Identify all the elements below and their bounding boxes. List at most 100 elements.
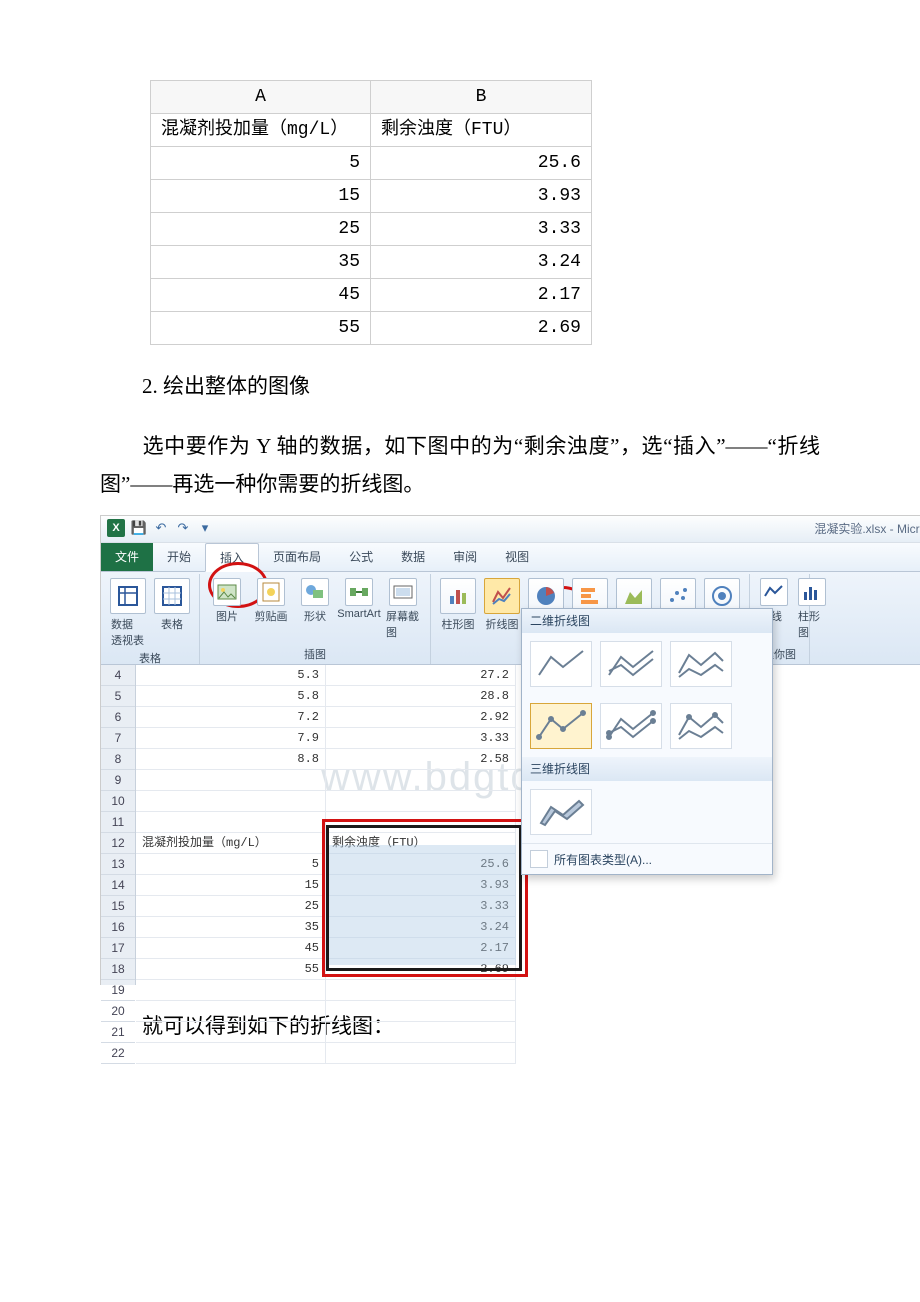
grid-cell[interactable]: 35 — [136, 917, 326, 938]
screenshot-button[interactable]: 屏幕截图 — [386, 578, 420, 640]
grid-cell[interactable]: 3.93 — [326, 875, 516, 896]
grid-cell[interactable] — [136, 1022, 326, 1043]
grid-cell[interactable] — [326, 791, 516, 812]
gallery-header-2d: 二维折线图 — [522, 609, 772, 633]
table-cell: 3.93 — [371, 180, 591, 212]
table-cell: 35 — [151, 246, 371, 278]
grid-cell[interactable]: 5.3 — [136, 665, 326, 686]
grid-cell[interactable]: 7.2 — [136, 707, 326, 728]
line-chart-button[interactable]: 折线图 — [485, 578, 519, 632]
grid-cell[interactable]: 25.6 — [326, 854, 516, 875]
pivot-table-button[interactable]: 数据 透视表 — [111, 578, 145, 648]
grid-cell[interactable] — [326, 812, 516, 833]
line-chart-option[interactable] — [600, 703, 662, 749]
column-chart-button[interactable]: 柱形图 — [441, 578, 475, 632]
grid-cell[interactable]: 2.92 — [326, 707, 516, 728]
table-cell: 2.69 — [371, 312, 591, 344]
excel-titlebar: X 💾 ↶ ↷ ▾ 混凝实验.xlsx - Microsoft Ex — [101, 516, 920, 543]
table-button[interactable]: 表格 — [155, 578, 189, 632]
ribbon-group-illustrations: 图片 剪贴画 形状 SmartArt 屏幕截图 插图 — [200, 574, 431, 664]
grid-cell[interactable]: 15 — [136, 875, 326, 896]
col-header-a: 混凝剂投加量（mg/L） — [151, 114, 371, 146]
save-icon[interactable]: 💾 — [131, 520, 147, 536]
tab-review[interactable]: 审阅 — [439, 543, 491, 571]
grid-cell[interactable]: 剩余浊度（FTU） — [326, 833, 516, 854]
line-chart-option-markers[interactable] — [530, 703, 592, 749]
grid-cell[interactable]: 55 — [136, 959, 326, 980]
grid-cell[interactable] — [136, 812, 326, 833]
grid-cell[interactable] — [136, 980, 326, 1001]
quick-access-toolbar: X 💾 ↶ ↷ ▾ — [107, 519, 213, 537]
grid-cell[interactable]: 8.8 — [136, 749, 326, 770]
sparkline-column-button[interactable]: 柱形图 — [798, 578, 826, 640]
line-chart-option[interactable] — [600, 641, 662, 687]
grid-cell[interactable]: 27.2 — [326, 665, 516, 686]
grid-cell[interactable]: 5 — [136, 854, 326, 875]
chart-types-icon — [530, 850, 548, 868]
table-cell: 5 — [151, 147, 371, 179]
spreadsheet-grid[interactable]: www.bdgtd.com 45678910111213141516171819… — [101, 665, 920, 985]
col-letter-a: A — [151, 81, 371, 113]
grid-cell[interactable]: 2.17 — [326, 938, 516, 959]
grid-cell[interactable] — [326, 980, 516, 1001]
grid-cell[interactable] — [136, 791, 326, 812]
table-cell: 15 — [151, 180, 371, 212]
paragraph-instruction: 选中要作为 Y 轴的数据，如下图中的为“剩余浊度”，选“插入”——“折线图”——… — [100, 427, 820, 503]
grid-cell[interactable]: 7.9 — [136, 728, 326, 749]
grid-cell[interactable]: 3.33 — [326, 896, 516, 917]
grid-cell[interactable]: 25 — [136, 896, 326, 917]
grid-cell[interactable] — [326, 1001, 516, 1022]
all-chart-types-link[interactable]: 所有图表类型(A)... — [522, 843, 772, 874]
undo-icon[interactable]: ↶ — [153, 520, 169, 536]
line-chart-3d-option[interactable] — [530, 789, 592, 835]
tab-file[interactable]: 文件 — [101, 543, 153, 571]
grid-cell[interactable]: 45 — [136, 938, 326, 959]
ribbon-tabs: 文件 开始 插入 页面布局 公式 数据 审阅 视图 — [101, 543, 920, 572]
tab-home[interactable]: 开始 — [153, 543, 205, 571]
grid-cell[interactable] — [326, 770, 516, 791]
qat-more-icon[interactable]: ▾ — [197, 520, 213, 536]
excel-screenshot: X 💾 ↶ ↷ ▾ 混凝实验.xlsx - Microsoft Ex 文件 开始… — [100, 515, 920, 985]
row-headers: 45678910111213141516171819202122 — [101, 665, 136, 985]
gallery-header-3d: 三维折线图 — [522, 757, 772, 781]
tab-view[interactable]: 视图 — [491, 543, 543, 571]
excel-app-icon: X — [107, 519, 125, 537]
grid-cell[interactable]: 28.8 — [326, 686, 516, 707]
grid-cell[interactable] — [326, 1022, 516, 1043]
table-cell: 2.17 — [371, 279, 591, 311]
table-cell: 3.33 — [371, 213, 591, 245]
grid-cell[interactable] — [136, 770, 326, 791]
grid-cell[interactable]: 3.33 — [326, 728, 516, 749]
ribbon: 数据 透视表 表格 表格 图片 剪贴画 形状 SmartArt 屏幕截图 插图 — [101, 572, 920, 665]
tab-formulas[interactable]: 公式 — [335, 543, 387, 571]
line-chart-gallery: 二维折线图 三维折线图 所有图表类型(A)... — [521, 608, 773, 875]
grid-cell[interactable]: 3.24 — [326, 917, 516, 938]
smartart-button[interactable]: SmartArt — [342, 578, 376, 620]
grid-cell[interactable]: 2.58 — [326, 749, 516, 770]
line-chart-option[interactable] — [530, 641, 592, 687]
tab-pagelayout[interactable]: 页面布局 — [259, 543, 335, 571]
clipart-button[interactable]: 剪贴画 — [254, 578, 288, 624]
col-letter-b: B — [371, 81, 591, 113]
grid-cell[interactable] — [136, 1001, 326, 1022]
col-header-b: 剩余浊度（FTU） — [371, 114, 591, 146]
grid-cell[interactable]: 5.8 — [136, 686, 326, 707]
grid-cell[interactable]: 2.69 — [326, 959, 516, 980]
table-cell: 55 — [151, 312, 371, 344]
tab-data[interactable]: 数据 — [387, 543, 439, 571]
window-title: 混凝实验.xlsx - Microsoft Ex — [814, 522, 920, 536]
picture-button[interactable]: 图片 — [210, 578, 244, 624]
tab-insert[interactable]: 插入 — [205, 543, 259, 572]
redo-icon[interactable]: ↷ — [175, 520, 191, 536]
line-chart-option[interactable] — [670, 703, 732, 749]
shapes-button[interactable]: 形状 — [298, 578, 332, 624]
grid-cell[interactable]: 混凝剂投加量（mg/L） — [136, 833, 326, 854]
grid-cell[interactable] — [326, 1043, 516, 1064]
table-cell: 3.24 — [371, 246, 591, 278]
grid-cell[interactable] — [136, 1043, 326, 1064]
line-chart-option[interactable] — [670, 641, 732, 687]
ribbon-group-tables: 数据 透视表 表格 表格 — [101, 574, 200, 664]
data-table-summary: A B 混凝剂投加量（mg/L） 剩余浊度（FTU） 525.6 153.93 … — [150, 80, 592, 345]
table-cell: 25.6 — [371, 147, 591, 179]
table-cell: 25 — [151, 213, 371, 245]
